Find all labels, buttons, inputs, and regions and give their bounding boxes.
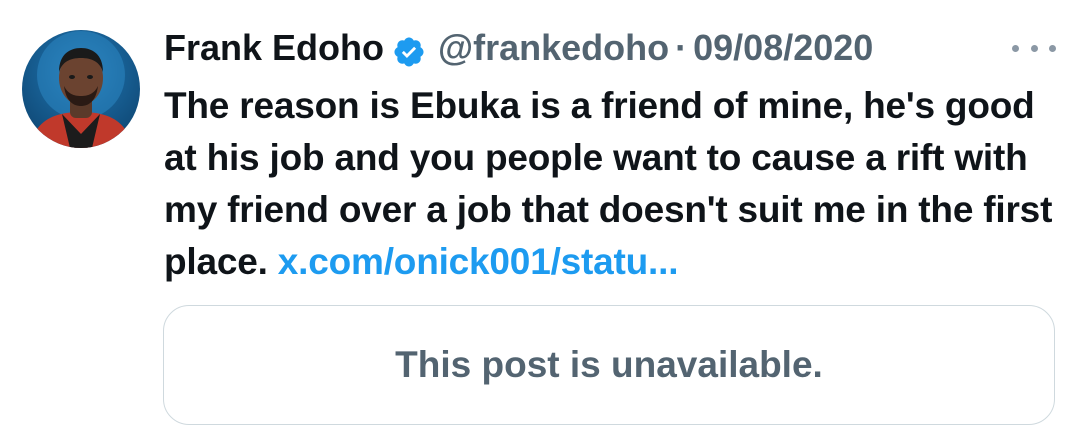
tweet-link[interactable]: x.com/onick001/statu... [278, 241, 679, 282]
tweet-text: The reason is Ebuka is a friend of mine,… [164, 80, 1064, 288]
verified-badge-icon [392, 31, 426, 67]
quoted-post-card[interactable]: This post is unavailable. [163, 305, 1055, 425]
quoted-post-unavailable-text: This post is unavailable. [395, 344, 823, 385]
avatar[interactable] [22, 30, 140, 148]
avatar-image [30, 31, 132, 148]
more-dot [1030, 44, 1038, 52]
tweet-card[interactable]: Frank Edoho @frankedoho · 09/08/2020 The… [0, 0, 1080, 425]
post-date[interactable]: 09/08/2020 [693, 22, 873, 74]
more-options-icon[interactable] [1012, 34, 1056, 62]
tweet-header: Frank Edoho @frankedoho · 09/08/2020 [164, 22, 873, 74]
author-handle[interactable]: @frankedoho [438, 22, 669, 74]
more-dot [1049, 44, 1056, 52]
separator-dot: · [675, 27, 688, 68]
author-name[interactable]: Frank Edoho [164, 22, 384, 74]
more-dot [1012, 44, 1019, 52]
